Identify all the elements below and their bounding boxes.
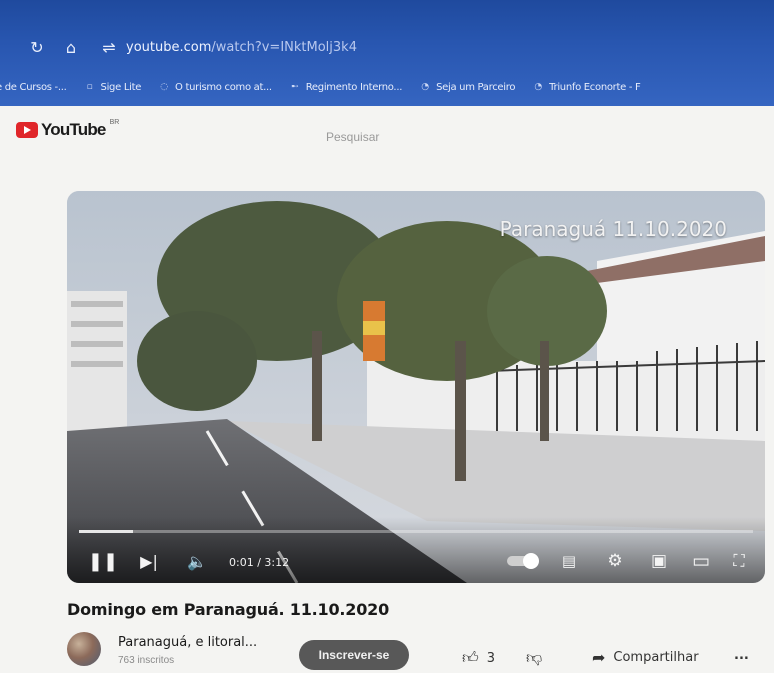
more-actions-button[interactable]: ... xyxy=(734,648,749,663)
bookmark-label: Seja um Parceiro xyxy=(436,81,516,93)
page-icon: ▫ xyxy=(86,82,93,92)
bookmark-label: O turismo como at... xyxy=(175,81,272,93)
bookmark-label: Triunfo Econorte - F xyxy=(549,81,641,93)
channel-name[interactable]: Paranaguá, e litoral... xyxy=(118,635,257,650)
address-bar[interactable]: youtube.com/watch?v=INktMolj3k4 xyxy=(126,40,357,55)
url-domain: youtube.com xyxy=(126,39,212,55)
bookmark-label: e de Cursos -... xyxy=(0,81,67,93)
url-path: /watch?v=INktMolj3k4 xyxy=(211,39,357,55)
region-code: BR xyxy=(109,118,120,126)
subtitles-icon[interactable]: ▤ xyxy=(557,549,581,573)
home-icon[interactable]: ⌂ xyxy=(60,36,82,58)
like-count: 3 xyxy=(486,650,496,666)
share-button[interactable]: ➦ Compartilhar xyxy=(592,648,699,667)
bookmark-label: Regimento Interno... xyxy=(305,81,403,93)
dislike-button[interactable]: 👎︎ xyxy=(526,648,550,668)
like-button[interactable]: 👍︎ 3 xyxy=(462,648,495,668)
video-player[interactable]: Paranaguá 11.10.2020 ❚❚ ▶| 🔈 0:01 / 3:12… xyxy=(67,191,765,583)
theater-icon[interactable]: ▭ xyxy=(687,549,715,573)
next-icon[interactable]: ▶| xyxy=(137,549,161,573)
avatar[interactable] xyxy=(67,632,101,666)
thumbs-down-icon: 👎︎ xyxy=(526,648,543,667)
video-title: Domingo em Paranaguá. 11.10.2020 xyxy=(67,600,390,619)
bookmark-item[interactable]: ◔ Triunfo Econorte - F xyxy=(533,82,640,93)
bookmark-item[interactable]: ◔ Seja um Parceiro xyxy=(420,82,515,93)
progress-fill xyxy=(79,530,133,533)
video-overlay-title: Paranaguá 11.10.2020 xyxy=(499,217,727,241)
thumbs-up-icon: 👍︎ xyxy=(462,648,479,667)
youtube-logo[interactable]: YouTube BR xyxy=(16,118,120,140)
bookmark-label: Sige Lite xyxy=(100,81,142,93)
bookmark-item[interactable]: ▫ Sige Lite xyxy=(85,82,142,93)
volume-icon[interactable]: 🔈 xyxy=(185,549,209,573)
bookmark-item[interactable]: ◌ O turismo como at... xyxy=(159,82,272,93)
autoplay-toggle[interactable] xyxy=(507,553,539,569)
browser-toolbar: ↻ ⌂ ⇌ youtube.com/watch?v=INktMolj3k4 e … xyxy=(0,0,774,106)
bookmark-item[interactable]: ➸ Regimento Interno... xyxy=(290,82,402,93)
search-input[interactable]: Pesquisar xyxy=(326,130,379,144)
page-icon: ◔ xyxy=(421,82,429,92)
miniplayer-icon[interactable]: ▣ xyxy=(647,549,671,573)
progress-bar[interactable] xyxy=(79,530,753,533)
share-icon: ➦ xyxy=(592,648,606,667)
youtube-play-icon xyxy=(16,122,38,138)
bookmark-item[interactable]: e de Cursos -... xyxy=(0,82,67,93)
page-icon: ◔ xyxy=(534,82,542,92)
more-icon: ... xyxy=(734,648,749,663)
youtube-wordmark: YouTube xyxy=(41,120,106,139)
bookmark-icon: ➸ xyxy=(291,82,299,92)
pause-icon[interactable]: ❚❚ xyxy=(88,549,118,573)
subscribe-button[interactable]: Inscrever-se xyxy=(299,640,409,670)
address-row: ↻ ⌂ ⇌ youtube.com/watch?v=INktMolj3k4 xyxy=(0,30,774,64)
subscriber-count: 763 inscritos xyxy=(118,655,175,666)
bookmarks-bar: e de Cursos -... ▫ Sige Lite ◌ O turismo c… xyxy=(0,74,774,100)
fullscreen-icon[interactable]: ⛶ xyxy=(727,549,751,573)
share-label: Compartilhar xyxy=(613,650,699,665)
reload-icon[interactable]: ↻ xyxy=(26,36,48,58)
page-icon: ◌ xyxy=(160,82,168,92)
youtube-header: YouTube BR Pesquisar xyxy=(0,106,774,162)
time-display: 0:01 / 3:12 xyxy=(229,556,290,569)
settings-icon[interactable]: ⚙ xyxy=(603,549,627,573)
site-settings-icon[interactable]: ⇌ xyxy=(98,36,120,58)
